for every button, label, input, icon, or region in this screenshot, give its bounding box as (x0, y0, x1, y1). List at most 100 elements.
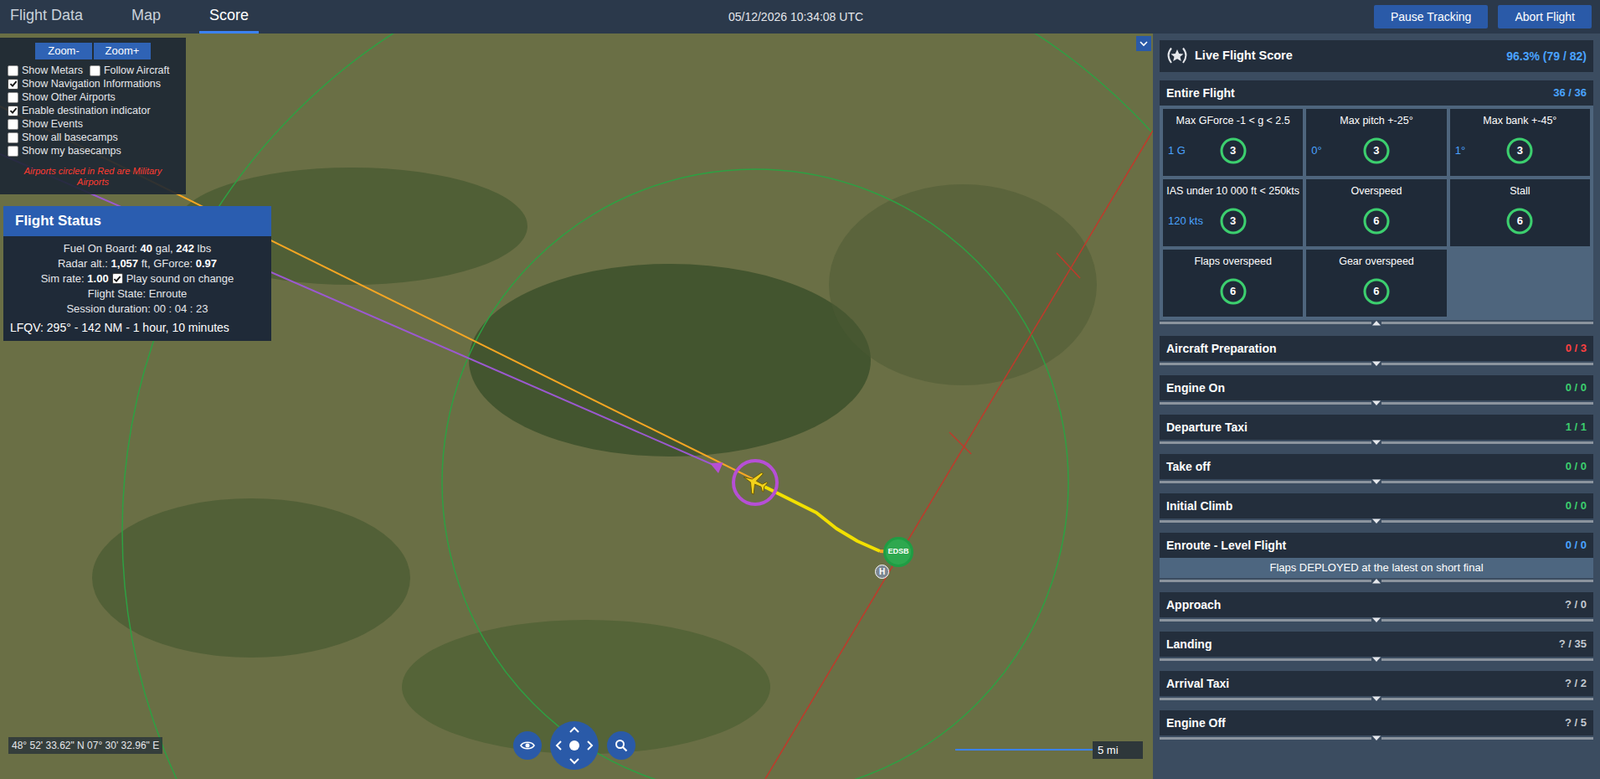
nav-tab[interactable]: Map (121, 0, 171, 34)
expand-arrow-icon[interactable] (1371, 478, 1382, 485)
option-label[interactable]: Show all basecamps (21, 130, 119, 145)
option-item[interactable]: Enable destination indicator (7, 103, 151, 118)
track-bar (1381, 480, 1594, 484)
section-header[interactable]: Approach? / 0 (1159, 591, 1594, 618)
option-label[interactable]: Show Other Airports (21, 90, 116, 104)
option-row: Show Other Airports (7, 90, 179, 104)
airport-marker[interactable]: EDSB (883, 536, 914, 567)
section-header[interactable]: Enroute - Level Flight0 / 0 (1159, 532, 1594, 558)
checkbox[interactable] (7, 78, 19, 90)
expand-arrow-icon[interactable] (1371, 656, 1382, 663)
section-header[interactable]: Aircraft Preparation0 / 3 (1159, 335, 1594, 361)
ring-points: 6 (1373, 282, 1379, 300)
section-toggle[interactable] (1159, 360, 1594, 367)
card-body: 0°3 (1309, 130, 1443, 171)
collapse-arrow-icon[interactable] (1371, 577, 1382, 584)
option-item[interactable]: Follow Aircraft (89, 63, 170, 78)
score-ring: 3 (1362, 136, 1391, 165)
actions: Pause Tracking Abort Flight (863, 0, 1600, 34)
expand-arrow-icon[interactable] (1371, 439, 1382, 446)
map[interactable]: Zoom-Zoom+Show MetarsFollow AircraftShow… (0, 33, 1153, 779)
section-toggle[interactable] (1159, 439, 1594, 446)
tab-label[interactable]: Map (131, 4, 161, 27)
section-value: 0 / 3 (1565, 339, 1587, 357)
collapse-icon[interactable] (1136, 36, 1152, 52)
option-label[interactable]: Enable destination indicator (21, 103, 151, 118)
option-item[interactable]: Show my basecamps (7, 144, 122, 158)
option-label[interactable]: Show Navigation Informations (21, 77, 161, 91)
section-header[interactable]: Departure Taxi1 / 1 (1159, 414, 1594, 440)
section-value: ? / 5 (1564, 714, 1587, 731)
tab-bar: Flight Data Map Score (0, 0, 729, 34)
nav-tab[interactable]: Flight Data (0, 0, 93, 34)
option-item[interactable]: Show Other Airports (7, 90, 116, 104)
expand-arrow-icon[interactable] (1371, 617, 1382, 623)
expand-arrow-icon[interactable] (1371, 735, 1382, 741)
expand-arrow-icon[interactable] (1371, 360, 1382, 367)
option-item[interactable]: Show Metars (7, 63, 83, 78)
option-label[interactable]: Show Metars (21, 63, 83, 78)
checkbox[interactable] (112, 272, 124, 284)
card-body: 6 (1453, 200, 1587, 242)
section-toggle[interactable] (1159, 617, 1594, 623)
heliport-marker[interactable]: H (874, 564, 890, 579)
section-toggle[interactable] (1159, 656, 1594, 663)
card-body: 120 kts3 (1166, 200, 1300, 242)
section-toggle[interactable] (1159, 319, 1594, 326)
collapse-arrow-icon[interactable] (1371, 319, 1382, 326)
option-item[interactable]: Show Navigation Informations (7, 77, 161, 91)
checkbox[interactable] (7, 132, 19, 144)
section-header[interactable]: Initial Climb0 / 0 (1159, 493, 1594, 519)
tab-label[interactable]: Score (209, 4, 249, 27)
abort-flight-button[interactable]: Abort Flight (1497, 5, 1592, 29)
status-text: 1,057 (111, 256, 139, 272)
flown-track (755, 482, 880, 551)
expand-arrow-icon[interactable] (1371, 400, 1382, 407)
section-toggle[interactable] (1159, 400, 1594, 407)
card-reading: 0° (1309, 142, 1363, 160)
checkbox[interactable] (7, 145, 19, 157)
section-toggle[interactable] (1159, 478, 1594, 485)
pause-tracking-button[interactable]: Pause Tracking (1373, 5, 1489, 29)
option-label[interactable]: Show my basecamps (21, 144, 122, 158)
section-header[interactable]: Engine On0 / 0 (1159, 375, 1594, 401)
heading-arrow-icon (709, 462, 724, 474)
checkbox[interactable] (7, 92, 19, 103)
forest-area (828, 184, 1097, 386)
aircraft-icon[interactable] (735, 463, 774, 501)
tab-label[interactable]: Flight Data (10, 4, 83, 27)
checkbox-wrap (112, 272, 124, 284)
option-item[interactable]: Show all basecamps (7, 130, 119, 145)
score-cards: Max GForce -1 < g < 2.51 G3Max pitch +-2… (1159, 105, 1594, 320)
search-icon[interactable] (607, 730, 636, 760)
score-card: Max GForce -1 < g < 2.51 G3 (1162, 108, 1303, 176)
nav-tab[interactable]: Score (199, 0, 259, 34)
checkbox[interactable] (7, 65, 19, 77)
section-toggle[interactable] (1159, 518, 1594, 525)
section-toggle[interactable] (1159, 577, 1594, 584)
option-label[interactable]: Follow Aircraft (103, 63, 170, 78)
section-toggle[interactable] (1159, 735, 1594, 741)
datetime: 05/12/2026 10:34:08 UTC (728, 8, 864, 26)
card-reading: 120 kts (1166, 212, 1220, 230)
section-header[interactable]: Arrival Taxi? / 2 (1159, 670, 1594, 696)
checkbox[interactable] (7, 118, 19, 130)
expand-arrow-icon[interactable] (1371, 518, 1382, 525)
checkbox[interactable] (7, 105, 19, 117)
section-header[interactable]: Take off0 / 0 (1159, 453, 1594, 479)
track-bar (1159, 736, 1372, 740)
option-label[interactable]: Show Events (21, 117, 83, 131)
section-header[interactable]: Entire Flight36 / 36 (1159, 80, 1594, 106)
ring-fill (1364, 138, 1389, 163)
zoom-in-button[interactable]: Zoom+ (93, 42, 151, 60)
section-header[interactable]: Engine Off? / 5 (1159, 709, 1594, 736)
section-toggle[interactable] (1159, 695, 1594, 702)
option-item[interactable]: Show Events (7, 117, 83, 131)
checkbox[interactable] (89, 65, 101, 77)
pan-pad-icon[interactable] (550, 720, 599, 770)
expand-arrow-icon[interactable] (1371, 695, 1382, 702)
eye-icon[interactable] (513, 730, 542, 760)
zoom-out-button[interactable]: Zoom- (35, 42, 93, 60)
range-ring (442, 169, 1069, 779)
section-header[interactable]: Landing? / 35 (1159, 631, 1594, 657)
